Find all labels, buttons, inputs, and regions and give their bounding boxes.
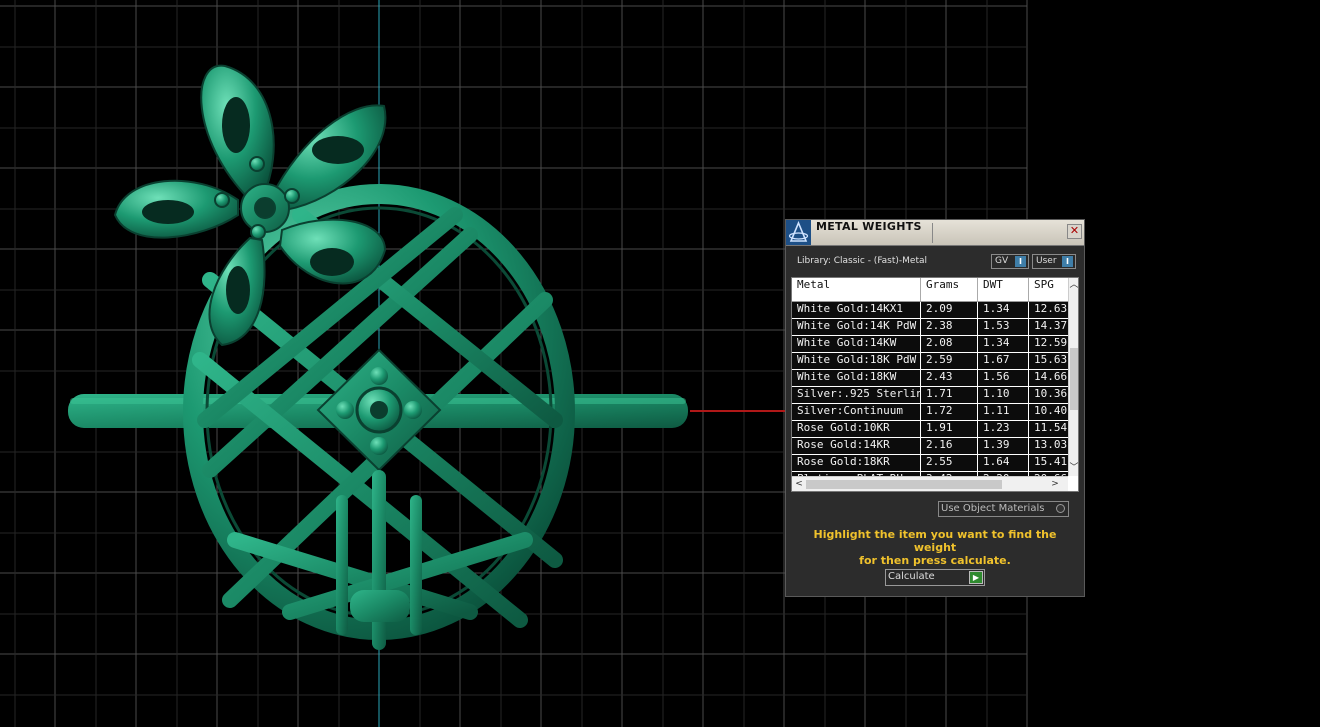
instruction-line-2: for then press calculate. [859, 554, 1011, 567]
table-row[interactable]: White Gold:14KW 2.08 1.34 12.59 [792, 336, 1068, 353]
toggle-indicator-icon: I [1015, 256, 1026, 267]
cell-spg: 13.03 [1034, 438, 1068, 451]
column-header-metal[interactable]: Metal [792, 278, 921, 301]
cell-metal: Silver:.925 Sterling [792, 387, 921, 403]
cell-grams: 2.16 [921, 438, 978, 454]
vertical-scroll-thumb[interactable] [1070, 348, 1078, 410]
table-row[interactable]: White Gold:18K PdW 2.59 1.67 15.63 [792, 353, 1068, 370]
play-icon: ▶ [969, 571, 983, 584]
horizontal-scroll-thumb[interactable] [806, 480, 1002, 489]
cell-grams: 2.08 [921, 336, 978, 352]
calculate-label: Calculate [888, 571, 935, 582]
cell-dwt: 1.53 [978, 319, 1029, 335]
cell-metal: Rose Gold:14KR [792, 438, 921, 454]
scroll-left-icon[interactable]: < [794, 479, 804, 489]
table-row[interactable]: Rose Gold:10KR 1.91 1.23 11.54 [792, 421, 1068, 438]
cell-grams: 2.09 [921, 302, 978, 318]
cell-metal: Silver:Continuum [792, 404, 921, 420]
cell-metal: White Gold:14K PdW [792, 319, 921, 335]
cell-spg: 12.63 [1034, 302, 1068, 315]
instruction-text: Highlight the item you want to find the … [796, 528, 1074, 567]
metal-weights-table: Metal Grams DWT SPG White Gold:14KX1 2.09… [791, 277, 1079, 492]
cell-dwt: 1.39 [978, 438, 1029, 454]
cell-metal: Rose Gold:10KR [792, 421, 921, 437]
toggle-indicator-icon: I [1062, 256, 1073, 267]
cell-dwt: 1.64 [978, 455, 1029, 471]
gv-toggle[interactable]: GV I [991, 254, 1029, 269]
cell-spg: 10.36 [1034, 387, 1068, 400]
table-row[interactable]: Silver:.925 Sterling 1.71 1.10 10.36 [792, 387, 1068, 404]
cell-spg: 14.37 [1034, 319, 1068, 332]
scroll-up-icon[interactable]: ︿ [1069, 280, 1078, 290]
library-label: Library: Classic - (Fast)-Metal [797, 256, 928, 266]
table-row[interactable]: Rose Gold:14KR 2.16 1.39 13.03 [792, 438, 1068, 455]
cell-dwt: 1.11 [978, 404, 1029, 420]
scroll-down-icon[interactable]: ﹀ [1069, 463, 1078, 473]
user-toggle[interactable]: User I [1032, 254, 1076, 269]
cell-spg: 15.41 [1034, 455, 1068, 468]
cell-dwt: 1.67 [978, 353, 1029, 369]
cell-metal: White Gold:18K PdW [792, 353, 921, 369]
scroll-right-icon[interactable]: > [1050, 479, 1060, 489]
cell-metal: White Gold:14KX1 [792, 302, 921, 318]
cell-grams: 2.55 [921, 455, 978, 471]
calculate-button[interactable]: Calculate ▶ [885, 569, 985, 586]
cell-spg: 10.40 [1034, 404, 1068, 417]
use-object-materials-toggle[interactable]: Use Object Materials [938, 501, 1069, 517]
cell-metal: Rose Gold:18KR [792, 455, 921, 471]
cell-dwt: 1.56 [978, 370, 1029, 386]
cell-dwt: 1.23 [978, 421, 1029, 437]
app-logo-icon [786, 220, 811, 245]
dialog-title: METAL WEIGHTS [816, 220, 922, 233]
cell-metal: White Gold:14KW [792, 336, 921, 352]
table-row[interactable]: White Gold:18KW 2.43 1.56 14.66 [792, 370, 1068, 387]
table-row[interactable]: Silver:Continuum 1.72 1.11 10.40 [792, 404, 1068, 421]
title-separator [932, 223, 933, 243]
cell-grams: 1.71 [921, 387, 978, 403]
dialog-title-bar[interactable]: METAL WEIGHTS ✕ [786, 220, 1084, 246]
radio-indicator-icon [1056, 504, 1065, 513]
metal-weights-dialog: METAL WEIGHTS ✕ Library: Classic - (Fast… [785, 219, 1085, 597]
cell-spg: 11.54 [1034, 421, 1068, 434]
table-body: White Gold:14KX1 2.09 1.34 12.63 White Gold… [792, 302, 1068, 489]
cell-grams: 2.59 [921, 353, 978, 369]
cell-spg: 12.59 [1034, 336, 1068, 349]
column-header-dwt[interactable]: DWT [978, 278, 1029, 301]
gv-toggle-label: GV [995, 256, 1009, 266]
close-button[interactable]: ✕ [1067, 224, 1082, 239]
cell-metal: White Gold:18KW [792, 370, 921, 386]
cell-dwt: 1.10 [978, 387, 1029, 403]
vertical-scrollbar[interactable]: ︿ ﹀ [1068, 278, 1078, 476]
3d-viewport[interactable] [0, 0, 1320, 727]
table-row[interactable]: White Gold:14KX1 2.09 1.34 12.63 [792, 302, 1068, 319]
user-toggle-label: User [1036, 256, 1057, 266]
cell-dwt: 1.34 [978, 302, 1029, 318]
cell-grams: 2.38 [921, 319, 978, 335]
cell-grams: 1.91 [921, 421, 978, 437]
cell-grams: 2.43 [921, 370, 978, 386]
cell-spg: 15.63 [1034, 353, 1068, 366]
column-header-grams[interactable]: Grams [921, 278, 978, 301]
use-object-materials-label: Use Object Materials [941, 503, 1045, 514]
instruction-line-1: Highlight the item you want to find the … [813, 528, 1057, 554]
cell-spg: 14.66 [1034, 370, 1068, 383]
horizontal-scrollbar[interactable]: < > [792, 476, 1068, 491]
table-row[interactable]: White Gold:14K PdW 2.38 1.53 14.37 [792, 319, 1068, 336]
table-header: Metal Grams DWT SPG [792, 278, 1068, 302]
cell-dwt: 1.34 [978, 336, 1029, 352]
ring-model[interactable] [68, 64, 688, 650]
cell-grams: 1.72 [921, 404, 978, 420]
column-header-spg[interactable]: SPG [1029, 278, 1068, 301]
table-row[interactable]: Rose Gold:18KR 2.55 1.64 15.41 [792, 455, 1068, 472]
